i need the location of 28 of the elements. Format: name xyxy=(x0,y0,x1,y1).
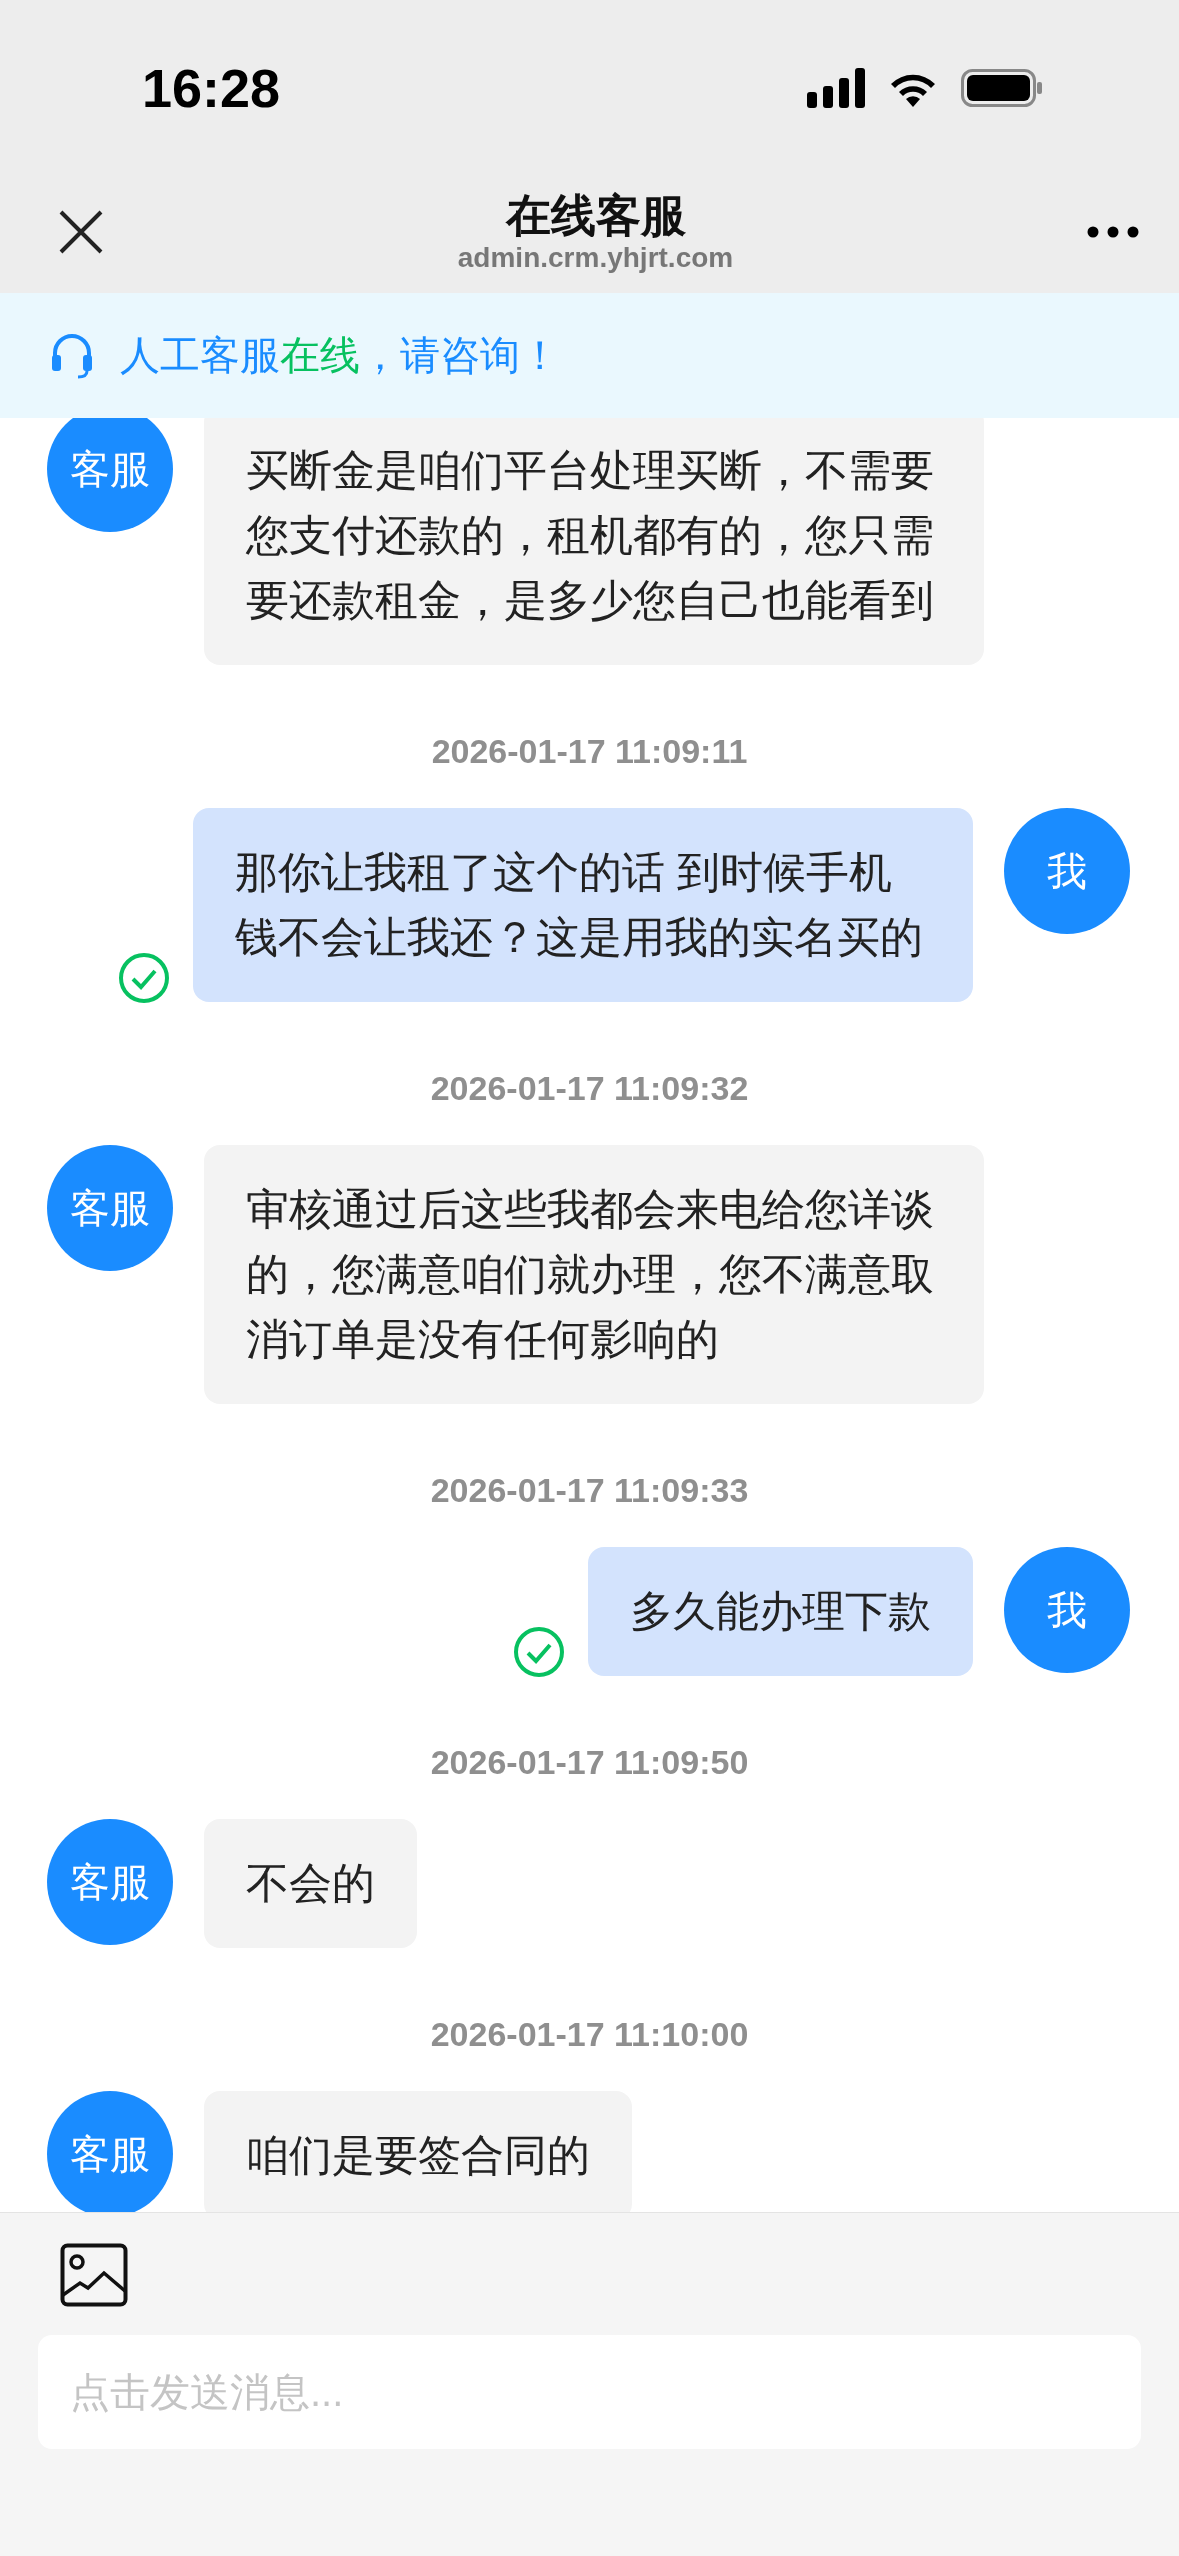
status-time: 16:28 xyxy=(142,57,281,119)
timestamp: 2026-01-17 11:09:33 xyxy=(430,1470,749,1510)
message-bubble: 咱们是要签合同的 xyxy=(204,2091,632,2212)
image-button[interactable] xyxy=(60,2243,128,2307)
signal-icon xyxy=(807,68,865,108)
timestamp: 2026-01-17 11:10:00 xyxy=(430,2014,749,2054)
message-bubble: 审核通过后这些我都会来电给您详谈的，您满意咱们就办理，您不满意取消订单是没有任何影响的 xyxy=(204,1145,984,1404)
timestamp: 2026-01-17 11:09:50 xyxy=(430,1742,749,1782)
message-bubble: 多久能办理下款 xyxy=(588,1547,973,1676)
avatar: 客服 xyxy=(47,1819,173,1945)
avatar: 客服 xyxy=(47,1145,173,1271)
headset-icon xyxy=(50,332,94,379)
avatar: 我 xyxy=(1004,1547,1130,1673)
timestamp: 2026-01-17 11:09:11 xyxy=(431,731,748,771)
battery-icon xyxy=(961,69,1043,107)
notice-text: 人工客服在线，请咨询！ xyxy=(120,332,560,379)
message-bubble: 买断金是咱们平台处理买断，不需要您支付还款的，租机都有的，您只需要还款租金，是多少您自己也能看到 xyxy=(204,418,984,665)
close-button[interactable] xyxy=(58,208,104,255)
message-input[interactable]: 点击发送消息... xyxy=(38,2335,1141,2449)
message-bubble: 那你让我租了这个的话 到时候手机钱不会让我还？这是用我的实名买的 xyxy=(193,808,973,1002)
page-title: 在线客服 xyxy=(505,189,686,242)
message-bubble: 不会的 xyxy=(204,1819,417,1948)
avatar: 客服 xyxy=(47,418,173,532)
avatar: 客服 xyxy=(47,2091,173,2212)
page-url: admin.crm.yhjrt.com xyxy=(457,241,734,274)
timestamp: 2026-01-17 11:09:32 xyxy=(430,1068,749,1108)
more-button[interactable] xyxy=(1087,225,1139,238)
avatar: 我 xyxy=(1004,808,1130,934)
